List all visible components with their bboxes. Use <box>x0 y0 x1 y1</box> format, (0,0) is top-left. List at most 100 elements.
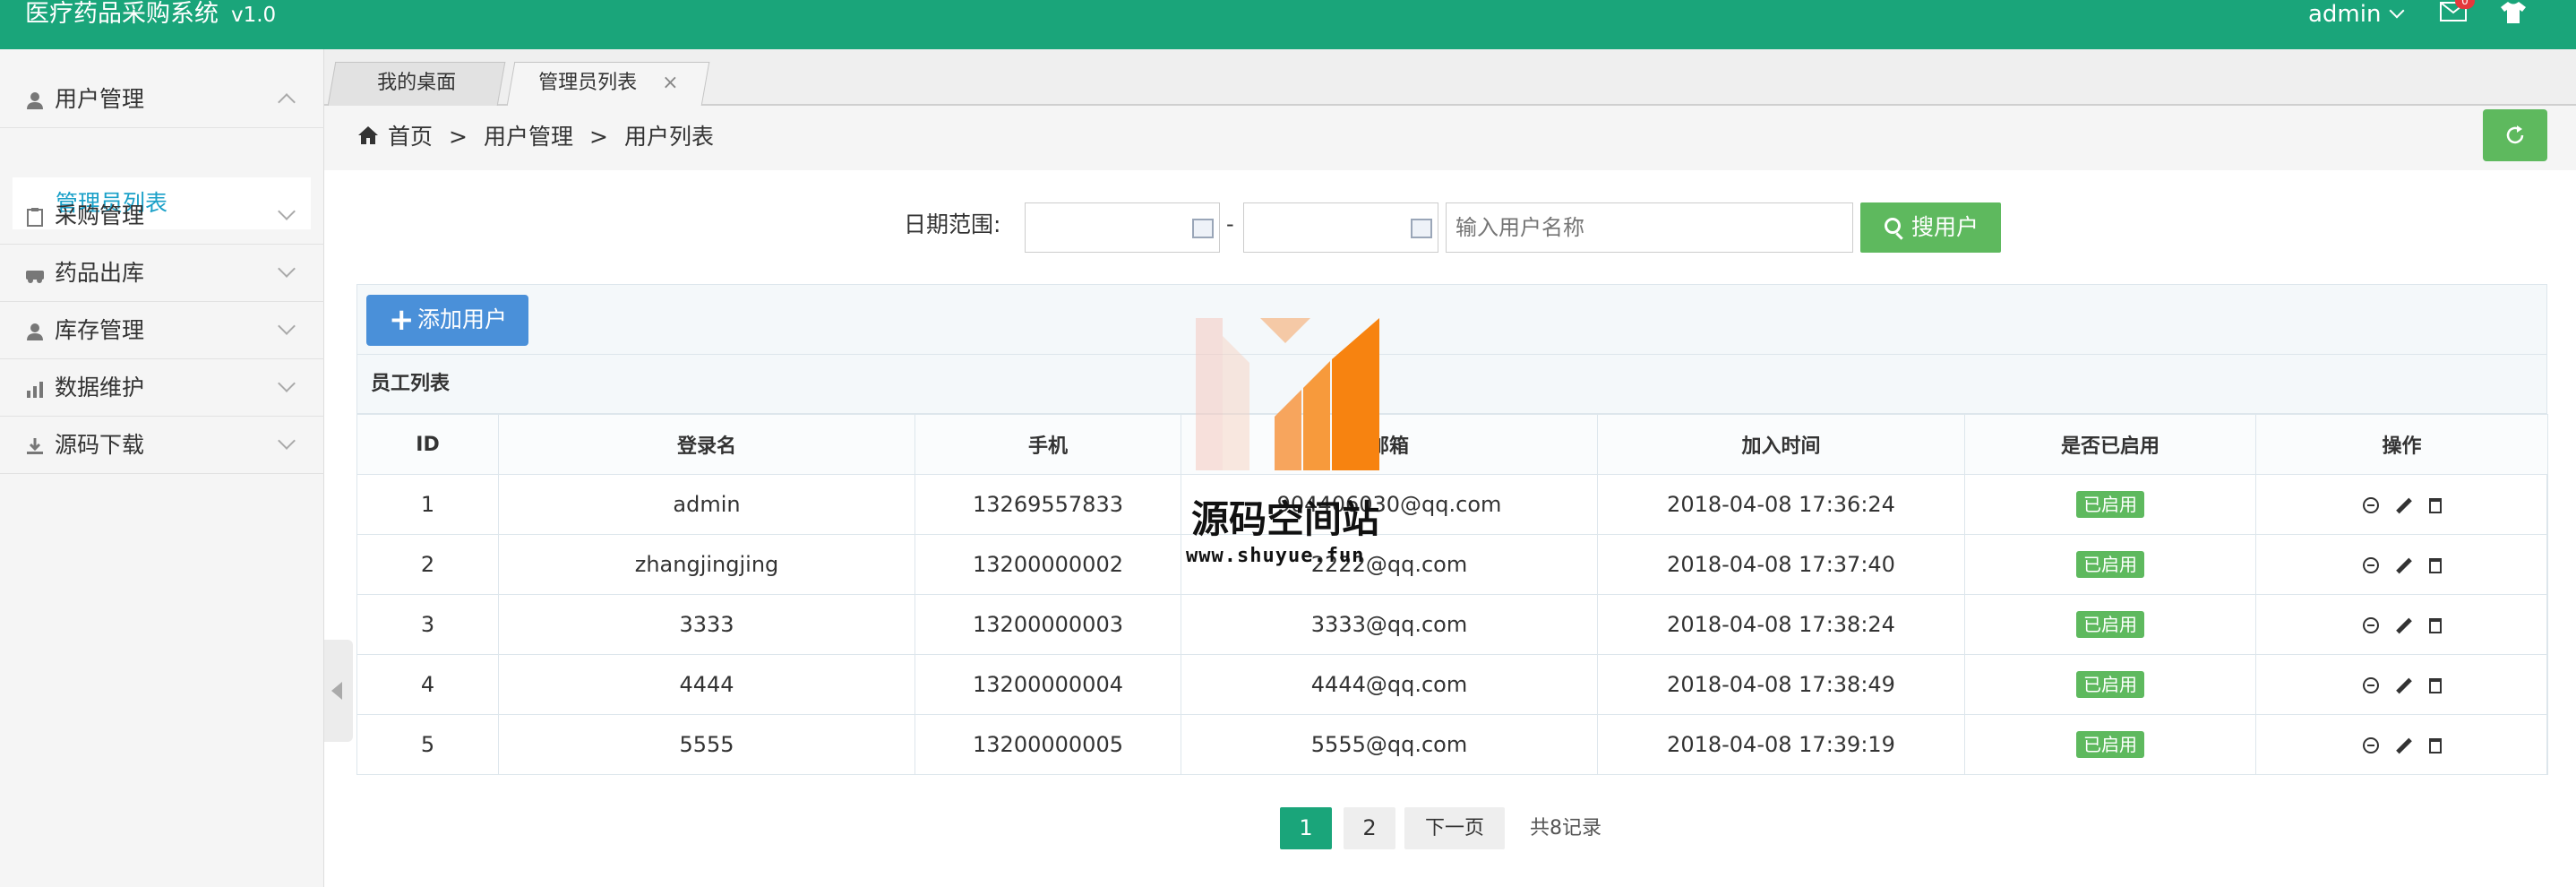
column-header-login[interactable]: 登录名 <box>498 414 915 475</box>
cell-email: 3333@qq.com <box>1181 594 1598 655</box>
column-header-actions: 操作 <box>2255 414 2548 475</box>
cell-actions <box>2255 534 2548 595</box>
sidebar-item-outbound[interactable]: 药品出库 <box>0 245 324 302</box>
breadcrumb-home[interactable]: 首页 <box>388 124 433 150</box>
chevron-down-icon <box>278 432 296 450</box>
edit-icon[interactable] <box>2395 617 2412 633</box>
sidebar-item-user-management[interactable]: 用户管理 <box>0 71 324 128</box>
breadcrumb: 首页 > 用户管理 > 用户列表 <box>324 106 2576 170</box>
disable-icon[interactable] <box>2362 677 2379 693</box>
next-page-button[interactable]: 下一页 <box>1404 807 1505 849</box>
home-icon <box>358 126 378 144</box>
user-icon <box>27 323 43 340</box>
cell-actions <box>2255 714 2548 775</box>
search-icon <box>1885 218 1901 234</box>
status-badge: 已启用 <box>2076 491 2144 518</box>
sidebar-item-data[interactable]: 数据维护 <box>0 359 324 417</box>
end-date-input[interactable] <box>1243 202 1438 253</box>
cell-login: admin <box>498 474 915 535</box>
start-date-input[interactable] <box>1025 202 1220 253</box>
disable-icon[interactable] <box>2362 557 2379 573</box>
cell-login: 5555 <box>498 714 915 775</box>
cell-id: 4 <box>356 654 499 715</box>
cell-status: 已启用 <box>1964 594 2256 655</box>
cell-id: 3 <box>356 594 499 655</box>
truck-icon <box>26 271 44 283</box>
sidebar-item-label: 采购管理 <box>55 202 145 228</box>
cell-id: 1 <box>356 474 499 535</box>
column-header-status[interactable]: 是否已启用 <box>1964 414 2256 475</box>
tab-admin-list[interactable]: 管理员列表 × <box>506 62 710 106</box>
cell-id: 5 <box>356 714 499 775</box>
shirt-icon[interactable] <box>2500 1 2527 24</box>
cell-phone: 13200000002 <box>914 534 1181 595</box>
sidebar-item-inventory[interactable]: 库存管理 <box>0 302 324 359</box>
trash-icon[interactable] <box>2428 557 2442 573</box>
trash-icon[interactable] <box>2428 677 2442 693</box>
page-2-button[interactable]: 2 <box>1344 807 1395 849</box>
total-records: 共8记录 <box>1530 817 1601 840</box>
disable-icon[interactable] <box>2362 497 2379 513</box>
cell-phone: 13200000004 <box>914 654 1181 715</box>
add-user-button[interactable]: + 添加用户 <box>366 295 528 346</box>
disable-icon[interactable] <box>2362 617 2379 633</box>
edit-icon[interactable] <box>2395 677 2412 693</box>
status-badge: 已启用 <box>2076 611 2144 638</box>
table-row: 4 4444 13200000004 4444@qq.com 2018-04-0… <box>356 654 2548 715</box>
search-users-button[interactable]: 搜用户 <box>1860 202 2001 253</box>
chevron-up-icon <box>278 93 296 111</box>
cell-phone: 13200000003 <box>914 594 1181 655</box>
trash-icon[interactable] <box>2428 617 2442 633</box>
cell-status: 已启用 <box>1964 654 2256 715</box>
add-user-label: 添加用户 <box>417 306 508 332</box>
cell-actions <box>2255 654 2548 715</box>
trash-icon[interactable] <box>2428 497 2442 513</box>
column-header-id[interactable]: ID <box>356 414 499 475</box>
page-1-button[interactable]: 1 <box>1280 807 1332 849</box>
breadcrumb-user-list: 用户列表 <box>623 124 714 150</box>
refresh-button[interactable] <box>2483 109 2547 161</box>
mail-count-badge: 0 <box>2455 0 2475 9</box>
sidebar: 用户管理 管理员列表 采购管理 药品出库 库存管理 数据维护 源码下载 <box>0 49 324 887</box>
chevron-down-icon <box>278 317 296 335</box>
user-menu[interactable]: admin <box>2308 0 2405 29</box>
breadcrumb-separator: > <box>588 124 608 150</box>
user-icon <box>27 92 43 109</box>
sidebar-item-purchase[interactable]: 采购管理 <box>0 187 324 245</box>
bar-chart-icon <box>27 382 43 398</box>
edit-icon[interactable] <box>2395 497 2412 513</box>
cell-joined: 2018-04-08 17:37:40 <box>1597 534 1965 595</box>
date-range-dash: - <box>1226 211 1234 237</box>
user-name: admin <box>2308 1 2382 28</box>
tab-my-desktop[interactable]: 我的桌面 <box>327 62 506 106</box>
search-button-label: 搜用户 <box>1911 214 1979 240</box>
disable-icon[interactable] <box>2362 737 2379 754</box>
column-header-joined[interactable]: 加入时间 <box>1597 414 1965 475</box>
table-row: 1 admin 13269557833 904406030@qq.com 201… <box>356 474 2548 535</box>
status-badge: 已启用 <box>2076 731 2144 758</box>
cell-login: 3333 <box>498 594 915 655</box>
sidebar-item-label: 数据维护 <box>55 375 145 400</box>
close-icon[interactable]: × <box>662 63 678 104</box>
status-badge: 已启用 <box>2076 551 2144 578</box>
trash-icon[interactable] <box>2428 737 2442 754</box>
plus-icon: + <box>389 302 415 338</box>
tab-label: 我的桌面 <box>377 72 457 94</box>
cell-login: zhangjingjing <box>498 534 915 595</box>
sidebar-item-download[interactable]: 源码下载 <box>0 417 324 474</box>
cell-id: 2 <box>356 534 499 595</box>
sidebar-collapse-handle[interactable] <box>324 640 353 742</box>
column-header-phone[interactable]: 手机 <box>914 414 1181 475</box>
edit-icon[interactable] <box>2395 737 2412 754</box>
download-icon <box>27 438 43 454</box>
username-search-input[interactable] <box>1446 202 1853 253</box>
calendar-icon <box>1411 219 1432 238</box>
cell-actions <box>2255 474 2548 535</box>
edit-icon[interactable] <box>2395 557 2412 573</box>
chevron-down-icon <box>2389 3 2405 19</box>
breadcrumb-trail: 首页 > 用户管理 > 用户列表 <box>388 106 714 168</box>
app-title-text: 医疗药品采购系统 <box>25 0 219 28</box>
cell-status: 已启用 <box>1964 534 2256 595</box>
breadcrumb-user-management[interactable]: 用户管理 <box>484 124 573 150</box>
table-row: 3 3333 13200000003 3333@qq.com 2018-04-0… <box>356 594 2548 655</box>
